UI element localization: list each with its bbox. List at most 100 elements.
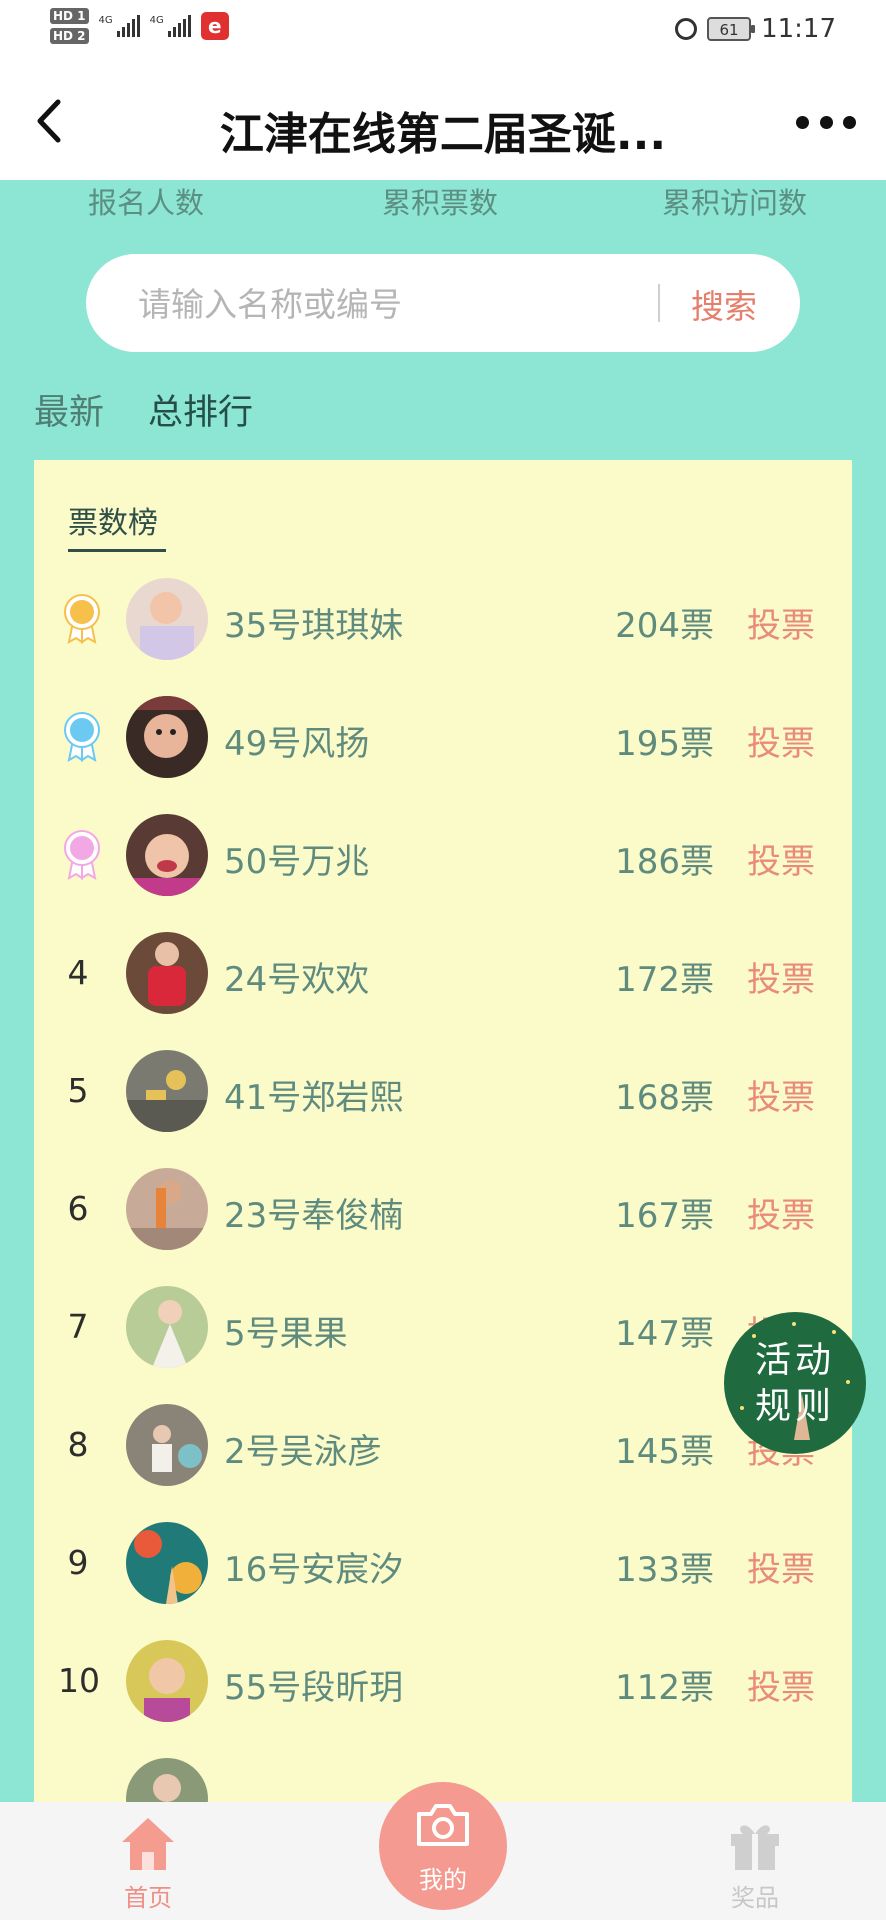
vote-button[interactable]: 投票 xyxy=(747,834,815,883)
avatar xyxy=(126,814,208,896)
vote-button[interactable]: 投票 xyxy=(747,716,815,765)
battery-icon: 61 xyxy=(707,17,756,41)
camera-icon xyxy=(417,1804,469,1846)
avatar xyxy=(126,578,208,660)
leaderboard-row[interactable]: 6 23号奉俊楠 167票 投票 xyxy=(34,1150,852,1268)
nav-home[interactable]: 首页 xyxy=(100,1814,196,1914)
entry-votes: 133票 xyxy=(615,1550,714,1590)
page-title: 江津在线第二届圣诞... xyxy=(219,109,667,160)
avatar xyxy=(126,1640,208,1722)
leaderboard-row[interactable]: 4 24号欢欢 172票 投票 xyxy=(34,914,852,1032)
search-button[interactable]: 搜索 xyxy=(691,280,757,328)
tab-total-ranking[interactable]: 总排行 xyxy=(148,384,253,435)
entry-votes: 172票 xyxy=(615,960,714,1000)
tab-latest[interactable]: 最新 xyxy=(34,384,104,435)
entry-name: 5号果果 xyxy=(224,1314,348,1354)
network-type-label: 4G xyxy=(98,15,113,26)
entry-votes: 112票 xyxy=(615,1668,714,1708)
entry-name: 24号欢欢 xyxy=(224,960,370,1000)
avatar xyxy=(126,1286,208,1368)
avatar xyxy=(126,696,208,778)
nav-gift-label: 奖品 xyxy=(731,1884,779,1912)
leaderboard-row[interactable]: 9 16号安宸汐 133票 投票 xyxy=(34,1504,852,1622)
rank-number: 4 xyxy=(67,953,89,992)
gold-medal-icon xyxy=(64,594,100,644)
leaderboard-row[interactable]: 5 41号郑岩熙 168票 投票 xyxy=(34,1032,852,1150)
avatar xyxy=(126,1404,208,1486)
vote-button[interactable]: 投票 xyxy=(747,1188,815,1237)
avatar xyxy=(126,1522,208,1604)
entry-votes: 168票 xyxy=(615,1078,714,1118)
more-dot-icon xyxy=(796,115,809,129)
app-notification-icon: e xyxy=(200,12,229,40)
entry-votes: 186票 xyxy=(615,842,714,882)
rank-number: 10 xyxy=(58,1661,100,1700)
rank-number: 6 xyxy=(67,1189,89,1228)
signal-icon-2: 4G xyxy=(150,15,191,37)
entry-votes: 204票 xyxy=(615,606,714,646)
entry-votes: 167票 xyxy=(615,1196,714,1236)
rank-number: 9 xyxy=(67,1543,89,1582)
leaderboard-row[interactable]: 49号风扬 195票 投票 xyxy=(34,678,852,796)
leaderboard-row[interactable]: 35号琪琪妹 204票 投票 xyxy=(34,560,852,678)
more-dot-icon xyxy=(843,115,856,129)
chevron-left-icon xyxy=(37,99,61,143)
status-bar: HD 1 HD 2 4G 4G e 61 11:17 xyxy=(0,0,886,62)
leaderboard-row[interactable]: 10 55号段昕玥 112票 投票 xyxy=(34,1622,852,1740)
signal-icon: 4G xyxy=(99,15,140,37)
status-left: HD 1 HD 2 4G 4G e xyxy=(50,8,229,44)
nav-home-label: 首页 xyxy=(124,1884,172,1912)
status-right: 61 11:17 xyxy=(675,14,836,44)
leaderboard-title: 票数榜 xyxy=(68,506,158,541)
title-bar: 江津在线第二届圣诞... xyxy=(0,62,886,180)
search-bar: 搜索 xyxy=(86,254,800,352)
vote-button[interactable]: 投票 xyxy=(747,598,815,647)
more-menu-button[interactable] xyxy=(796,102,856,142)
entry-name: 55号段昕玥 xyxy=(224,1668,404,1708)
home-icon xyxy=(122,1818,174,1870)
bronze-medal-icon xyxy=(64,830,100,880)
entry-votes: 195票 xyxy=(615,724,714,764)
activity-rules-button[interactable]: 活动 规则 xyxy=(724,1312,866,1454)
entry-name: 49号风扬 xyxy=(224,724,370,764)
vote-button[interactable]: 投票 xyxy=(747,952,815,1001)
entry-name: 23号奉俊楠 xyxy=(224,1196,404,1236)
entry-name: 50号万兆 xyxy=(224,842,370,882)
vote-button[interactable]: 投票 xyxy=(747,1542,815,1591)
search-divider xyxy=(658,284,660,322)
nav-mine[interactable]: 我的 xyxy=(379,1782,507,1910)
avatar xyxy=(126,1168,208,1250)
vote-button[interactable]: 投票 xyxy=(747,1660,815,1709)
rank-number: 8 xyxy=(67,1425,89,1464)
more-dot-icon xyxy=(819,115,833,129)
gift-icon xyxy=(731,1825,779,1870)
entry-name: 16号安宸汐 xyxy=(224,1550,404,1590)
hd1-badge: HD 1 xyxy=(50,8,89,24)
leaderboard-title-underline xyxy=(68,549,166,552)
back-button[interactable] xyxy=(28,96,78,146)
stat-registrants-label: 报名人数 xyxy=(88,186,205,220)
hd2-badge: HD 2 xyxy=(50,28,89,44)
stats-row: 报名人数 累积票数 累积访问数 xyxy=(0,180,886,224)
stat-total-votes-label: 累积票数 xyxy=(382,186,499,220)
leaderboard-panel: 票数榜 35号琪琪妹 204票 投票 49号风扬 195票 投票 50号万兆 1… xyxy=(34,460,852,1920)
entry-votes: 147票 xyxy=(615,1314,714,1354)
nav-mine-label: 我的 xyxy=(419,1866,467,1894)
avatar xyxy=(126,932,208,1014)
silver-medal-icon xyxy=(64,712,100,762)
stat-total-visits-label: 累积访问数 xyxy=(662,186,808,220)
alarm-icon xyxy=(675,18,698,40)
entry-votes: 145票 xyxy=(615,1432,714,1472)
rank-number: 7 xyxy=(67,1307,89,1346)
hd-badges: HD 1 HD 2 xyxy=(50,8,89,44)
entry-name: 41号郑岩熙 xyxy=(224,1078,404,1118)
vote-button[interactable]: 投票 xyxy=(747,1070,815,1119)
leaderboard-row[interactable]: 50号万兆 186票 投票 xyxy=(34,796,852,914)
search-input[interactable] xyxy=(136,276,660,332)
bottom-nav: 首页 我的 奖品 xyxy=(0,1782,886,1920)
network-type-label-2: 4G xyxy=(149,15,164,26)
rank-number: 5 xyxy=(67,1071,89,1110)
clock: 11:17 xyxy=(761,14,836,44)
entry-name: 35号琪琪妹 xyxy=(224,606,404,646)
nav-gift[interactable]: 奖品 xyxy=(700,1814,810,1914)
